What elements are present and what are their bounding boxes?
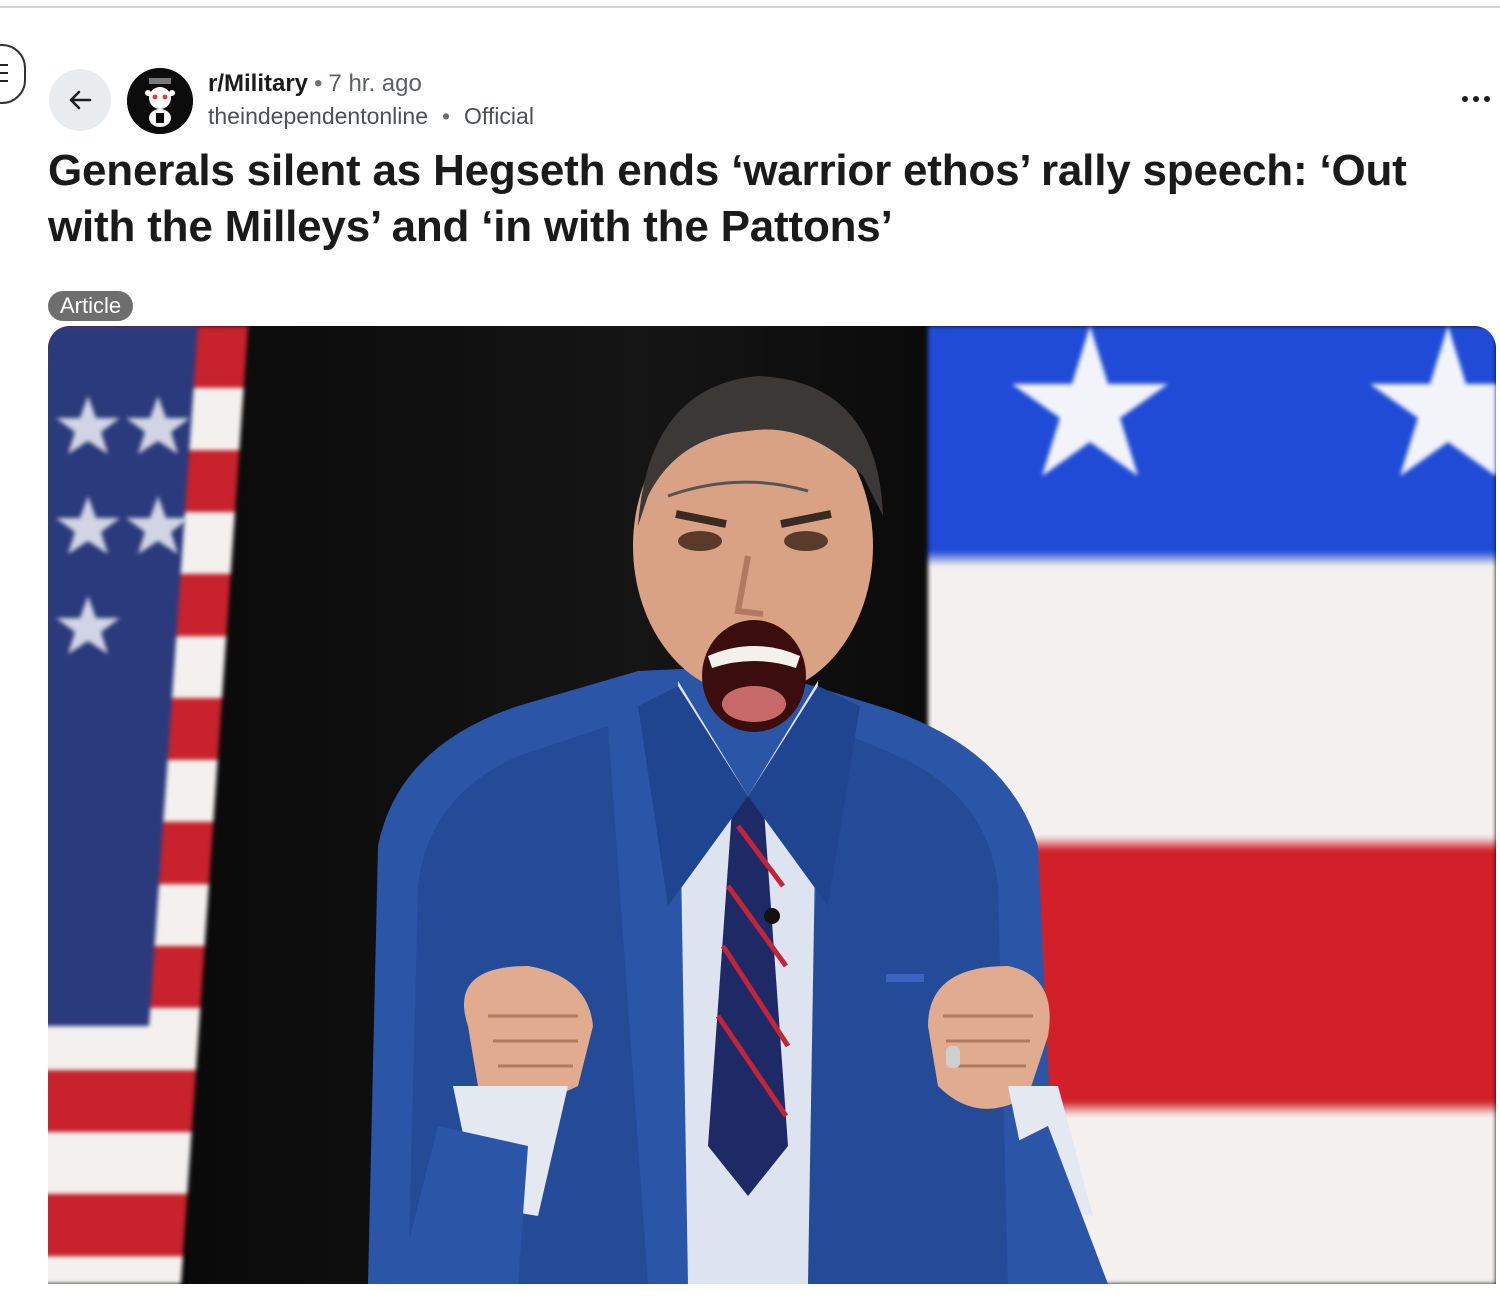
subreddit-name[interactable]: r/Military	[208, 70, 308, 97]
post-flair-badge[interactable]: Article	[48, 291, 134, 321]
post-image-photo	[56, 326, 1496, 1284]
author-flair: Official	[464, 103, 534, 129]
menu-icon[interactable]	[0, 44, 26, 104]
more-options-button[interactable]	[1456, 84, 1496, 114]
post-time: 7 hr. ago	[328, 70, 422, 97]
post-title[interactable]: Generals silent as Hegseth ends ‘warrior…	[48, 143, 1468, 255]
author-separator: •	[441, 103, 451, 129]
author-name[interactable]: theindependentonline	[208, 103, 428, 129]
author-line: theindependentonline • Official	[208, 102, 534, 130]
subreddit-avatar-icon	[127, 68, 193, 134]
arrow-left-icon	[69, 90, 92, 110]
post-meta-line: r/Military • 7 hr. ago	[208, 70, 422, 98]
top-divider	[0, 6, 1500, 8]
meta-separator: •	[314, 70, 323, 97]
post-image[interactable]	[48, 326, 1496, 1284]
back-button[interactable]	[49, 69, 111, 131]
subreddit-avatar[interactable]	[127, 68, 193, 134]
